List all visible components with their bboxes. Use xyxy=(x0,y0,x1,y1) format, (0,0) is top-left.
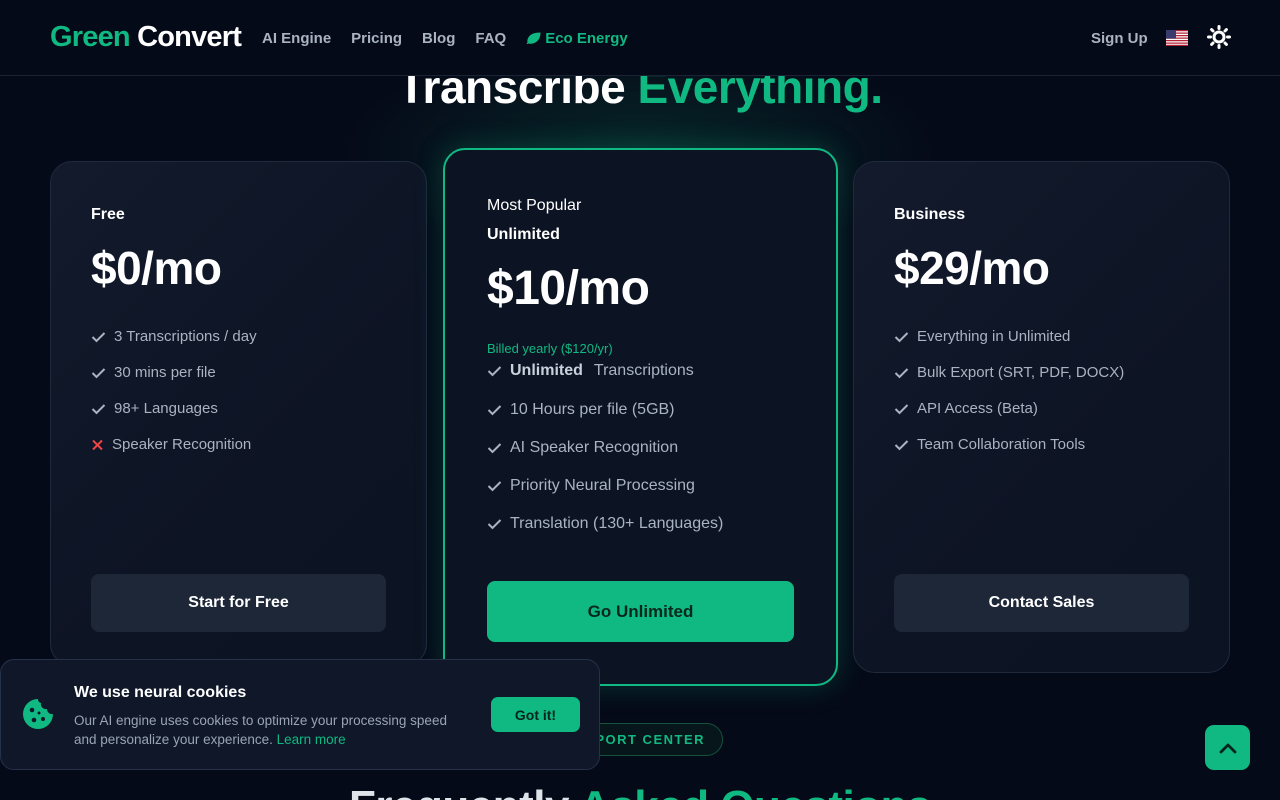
feature-label: 3 Transcriptions / day xyxy=(114,328,257,345)
nav-link-eco-energy[interactable]: Eco Energy xyxy=(526,30,628,47)
check-icon xyxy=(894,367,909,378)
feature-item: 10 Hours per file (5GB) xyxy=(487,401,675,419)
most-popular-label: Most Popular xyxy=(487,197,582,214)
plan-card-unlimited: Most Popular Unlimited $10/mo Billed yea… xyxy=(443,148,838,686)
feature-label: Everything in Unlimited xyxy=(917,328,1071,345)
feature-item: API Access (Beta) xyxy=(894,400,1038,417)
cookie-title: We use neural cookies xyxy=(74,684,247,701)
eco-energy-label: Eco Energy xyxy=(545,30,628,47)
check-icon xyxy=(91,367,106,378)
feature-item-excluded: Speaker Recognition xyxy=(91,436,251,453)
feature-label: 98+ Languages xyxy=(114,400,218,417)
feature-item: Priority Neural Processing xyxy=(487,477,695,495)
check-icon xyxy=(487,366,502,377)
logo-green: Green xyxy=(50,21,131,53)
logo[interactable]: Green Convert xyxy=(50,21,242,54)
check-icon xyxy=(487,519,502,530)
sign-up-link[interactable]: Sign Up xyxy=(1091,30,1148,47)
feature-item: Bulk Export (SRT, PDF, DOCX) xyxy=(894,364,1124,381)
sun-icon[interactable] xyxy=(1207,25,1231,49)
feature-item: 98+ Languages xyxy=(91,400,218,417)
faq-title: Frequently Asked Questions xyxy=(0,782,1280,800)
check-icon xyxy=(91,331,106,342)
feature-label: Speaker Recognition xyxy=(112,436,252,453)
chevron-up-icon xyxy=(1219,743,1236,753)
feature-item: Team Collaboration Tools xyxy=(894,436,1085,453)
nav-link-blog[interactable]: Blog xyxy=(422,30,455,47)
feature-item: AI Speaker Recognition xyxy=(487,439,678,457)
feature-label: API Access (Beta) xyxy=(917,400,1038,417)
faq-title-part1: Frequently xyxy=(349,782,569,800)
check-icon xyxy=(894,331,909,342)
cookie-icon xyxy=(23,699,53,729)
feature-label: Priority Neural Processing xyxy=(510,477,695,494)
check-icon xyxy=(487,481,502,492)
us-flag-icon[interactable] xyxy=(1166,30,1188,46)
leaf-icon xyxy=(526,32,541,45)
feature-label: Transcriptions xyxy=(593,362,694,379)
nav-links: AI Engine Pricing Blog FAQ Eco Energy xyxy=(262,30,628,47)
plan-price: $10/mo xyxy=(487,262,650,315)
scroll-to-top-button[interactable] xyxy=(1205,725,1250,770)
check-icon xyxy=(487,405,502,416)
check-icon xyxy=(894,403,909,414)
feature-item: Everything in Unlimited xyxy=(894,328,1070,345)
feature-label: Bulk Export (SRT, PDF, DOCX) xyxy=(917,364,1125,381)
check-icon xyxy=(487,443,502,454)
feature-label: Team Collaboration Tools xyxy=(917,436,1086,453)
plan-name: Free xyxy=(91,206,125,223)
plan-name: Business xyxy=(894,206,966,223)
feature-item: 3 Transcriptions / day xyxy=(91,328,257,345)
cookie-body: Our AI engine uses cookies to optimize y… xyxy=(74,713,447,747)
nav-link-pricing[interactable]: Pricing xyxy=(351,30,402,47)
top-navbar: Green Convert AI Engine Pricing Blog FAQ… xyxy=(0,0,1280,76)
nav-link-faq[interactable]: FAQ xyxy=(475,30,506,47)
plan-card-free: Free $0/mo 3 Transcriptions / day 30 min… xyxy=(50,161,427,666)
feature-item: 30 mins per file xyxy=(91,364,216,381)
cookie-text: Our AI engine uses cookies to optimize y… xyxy=(74,711,464,749)
feature-label: AI Speaker Recognition xyxy=(510,439,679,456)
cookie-banner: We use neural cookies Our AI engine uses… xyxy=(0,659,600,770)
go-unlimited-button[interactable]: Go Unlimited xyxy=(487,581,794,642)
feature-label: 10 Hours per file (5GB) xyxy=(510,401,675,418)
plan-card-business: Business $29/mo Everything in Unlimited … xyxy=(853,161,1230,673)
billing-note: Billed yearly ($120/yr) xyxy=(487,341,613,356)
feature-label: Translation (130+ Languages) xyxy=(510,515,724,532)
support-center-label: PPORT CENTER xyxy=(585,732,705,747)
feature-item: Translation (130+ Languages) xyxy=(487,515,723,533)
contact-sales-button[interactable]: Contact Sales xyxy=(894,574,1189,632)
learn-more-link[interactable]: Learn more xyxy=(277,732,346,747)
logo-convert: Convert xyxy=(137,21,242,53)
got-it-button[interactable]: Got it! xyxy=(491,697,580,732)
feature-strong: Unlimited xyxy=(510,362,583,379)
check-icon xyxy=(91,403,106,414)
start-for-free-button[interactable]: Start for Free xyxy=(91,574,386,632)
nav-link-ai-engine[interactable]: AI Engine xyxy=(262,30,331,47)
faq-title-part2: Asked Questions xyxy=(579,782,931,800)
plan-price: $29/mo xyxy=(894,242,1050,294)
check-icon xyxy=(894,439,909,450)
feature-label: 30 mins per file xyxy=(114,364,216,381)
plan-name: Unlimited xyxy=(487,226,560,243)
cross-icon xyxy=(92,439,103,450)
feature-item: Unlimited Transcriptions xyxy=(487,362,694,380)
plan-price: $0/mo xyxy=(91,242,222,294)
